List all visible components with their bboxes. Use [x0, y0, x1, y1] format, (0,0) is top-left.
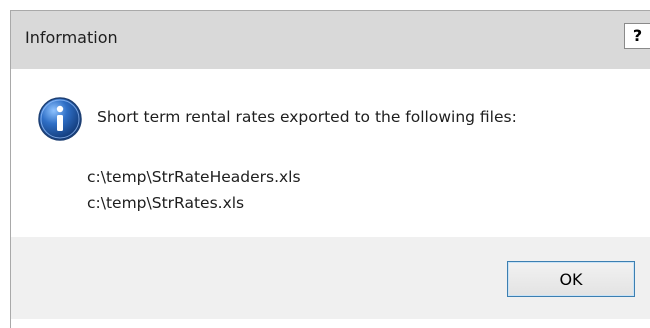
dialog-title: Information	[25, 28, 118, 47]
exported-file-path: c:\temp\StrRateHeaders.xls	[87, 168, 301, 186]
ok-button[interactable]: OK	[507, 261, 635, 297]
dialog-footer: OK	[11, 237, 650, 319]
information-icon	[38, 97, 82, 141]
dialog-message: Short term rental rates exported to the …	[97, 108, 517, 126]
help-button[interactable]: ?	[624, 23, 650, 49]
exported-file-list: c:\temp\StrRateHeaders.xls c:\temp\StrRa…	[87, 164, 301, 216]
dialog-content: Short term rental rates exported to the …	[11, 69, 650, 237]
exported-file-path: c:\temp\StrRates.xls	[87, 194, 245, 212]
information-dialog: Information ? Short term rental rates ex…	[10, 10, 650, 328]
dialog-titlebar: Information ?	[11, 11, 650, 69]
